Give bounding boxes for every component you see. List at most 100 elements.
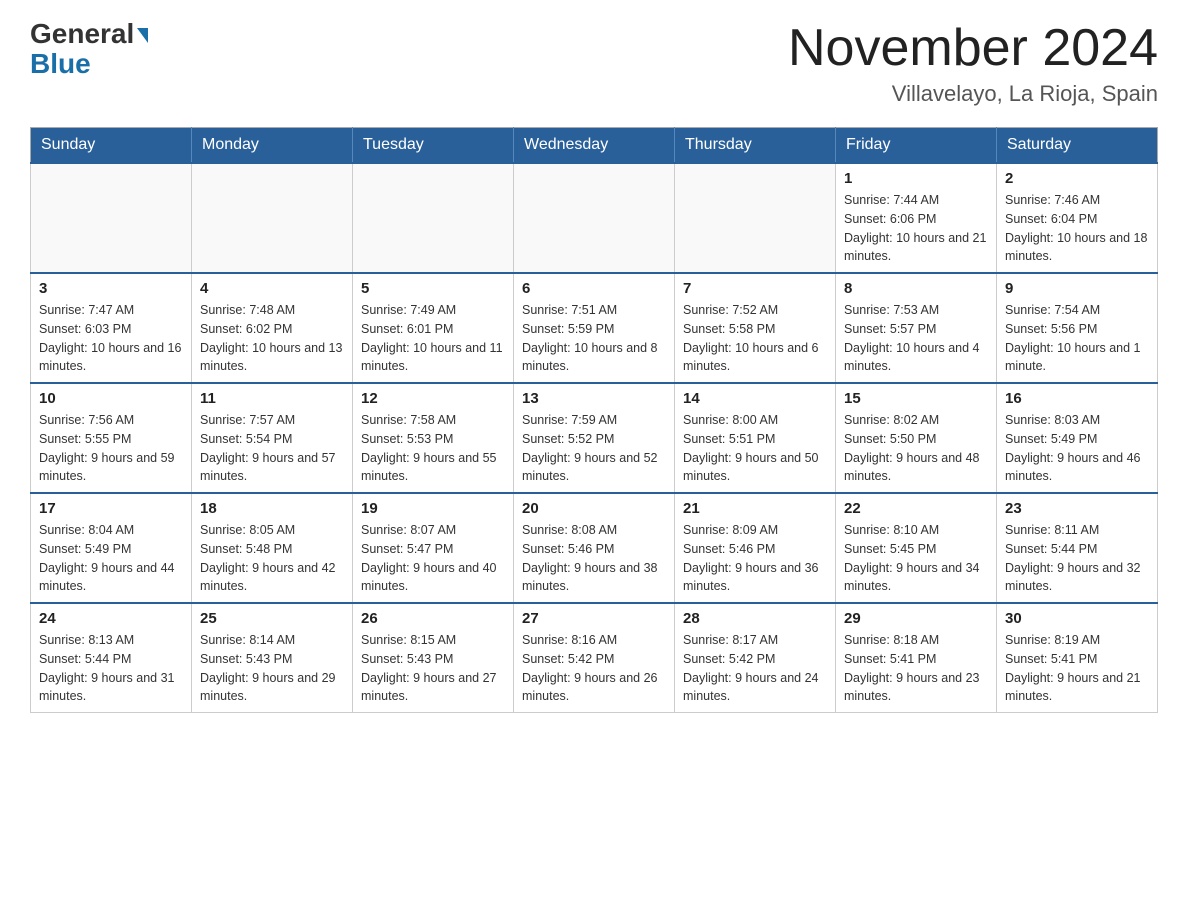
- day-info: Sunrise: 8:15 AMSunset: 5:43 PMDaylight:…: [361, 631, 505, 706]
- calendar-cell: 30 Sunrise: 8:19 AMSunset: 5:41 PMDayligh…: [997, 603, 1158, 713]
- day-number: 5: [361, 280, 505, 297]
- header-day-friday: Friday: [836, 128, 997, 164]
- day-info: Sunrise: 7:49 AMSunset: 6:01 PMDaylight:…: [361, 301, 505, 376]
- day-number: 11: [200, 390, 344, 407]
- calendar-cell: [514, 163, 675, 273]
- calendar-cell: [31, 163, 192, 273]
- day-info: Sunrise: 7:48 AMSunset: 6:02 PMDaylight:…: [200, 301, 344, 376]
- day-number: 2: [1005, 170, 1149, 187]
- day-info: Sunrise: 7:54 AMSunset: 5:56 PMDaylight:…: [1005, 301, 1149, 376]
- logo-blue: Blue: [30, 48, 91, 80]
- day-number: 21: [683, 500, 827, 517]
- calendar-cell: 3 Sunrise: 7:47 AMSunset: 6:03 PMDaylight…: [31, 273, 192, 383]
- day-info: Sunrise: 8:09 AMSunset: 5:46 PMDaylight:…: [683, 521, 827, 596]
- week-row-3: 10 Sunrise: 7:56 AMSunset: 5:55 PMDayligh…: [31, 383, 1158, 493]
- calendar-cell: 24 Sunrise: 8:13 AMSunset: 5:44 PMDayligh…: [31, 603, 192, 713]
- day-info: Sunrise: 8:18 AMSunset: 5:41 PMDaylight:…: [844, 631, 988, 706]
- day-info: Sunrise: 7:52 AMSunset: 5:58 PMDaylight:…: [683, 301, 827, 376]
- calendar-cell: 7 Sunrise: 7:52 AMSunset: 5:58 PMDaylight…: [675, 273, 836, 383]
- calendar-cell: 15 Sunrise: 8:02 AMSunset: 5:50 PMDayligh…: [836, 383, 997, 493]
- calendar-cell: 12 Sunrise: 7:58 AMSunset: 5:53 PMDayligh…: [353, 383, 514, 493]
- calendar-cell: 10 Sunrise: 7:56 AMSunset: 5:55 PMDayligh…: [31, 383, 192, 493]
- calendar-cell: [192, 163, 353, 273]
- day-number: 24: [39, 610, 183, 627]
- header-row: SundayMondayTuesdayWednesdayThursdayFrid…: [31, 128, 1158, 164]
- header-day-monday: Monday: [192, 128, 353, 164]
- logo: General Blue: [30, 20, 148, 80]
- day-info: Sunrise: 7:46 AMSunset: 6:04 PMDaylight:…: [1005, 191, 1149, 266]
- calendar-cell: 4 Sunrise: 7:48 AMSunset: 6:02 PMDaylight…: [192, 273, 353, 383]
- week-row-4: 17Sunrise: 8:04 AMSunset: 5:49 PMDayligh…: [31, 493, 1158, 603]
- calendar-table: SundayMondayTuesdayWednesdayThursdayFrid…: [30, 127, 1158, 713]
- header-day-tuesday: Tuesday: [353, 128, 514, 164]
- day-number: 9: [1005, 280, 1149, 297]
- day-info: Sunrise: 8:07 AMSunset: 5:47 PMDaylight:…: [361, 521, 505, 596]
- day-number: 15: [844, 390, 988, 407]
- location-title: Villavelayo, La Rioja, Spain: [788, 81, 1158, 107]
- day-info: Sunrise: 7:44 AMSunset: 6:06 PMDaylight:…: [844, 191, 988, 266]
- day-number: 8: [844, 280, 988, 297]
- calendar-cell: 11 Sunrise: 7:57 AMSunset: 5:54 PMDayligh…: [192, 383, 353, 493]
- day-info: Sunrise: 7:51 AMSunset: 5:59 PMDaylight:…: [522, 301, 666, 376]
- calendar-cell: 2 Sunrise: 7:46 AMSunset: 6:04 PMDaylight…: [997, 163, 1158, 273]
- day-info: Sunrise: 8:19 AMSunset: 5:41 PMDaylight:…: [1005, 631, 1149, 706]
- day-number: 23: [1005, 500, 1149, 517]
- day-info: Sunrise: 8:11 AMSunset: 5:44 PMDaylight:…: [1005, 521, 1149, 596]
- week-row-1: 1 Sunrise: 7:44 AMSunset: 6:06 PMDaylight…: [31, 163, 1158, 273]
- day-info: Sunrise: 7:58 AMSunset: 5:53 PMDaylight:…: [361, 411, 505, 486]
- calendar-cell: 27Sunrise: 8:16 AMSunset: 5:42 PMDayligh…: [514, 603, 675, 713]
- week-row-5: 24 Sunrise: 8:13 AMSunset: 5:44 PMDayligh…: [31, 603, 1158, 713]
- calendar-cell: 25 Sunrise: 8:14 AMSunset: 5:43 PMDayligh…: [192, 603, 353, 713]
- day-info: Sunrise: 7:59 AMSunset: 5:52 PMDaylight:…: [522, 411, 666, 486]
- day-number: 4: [200, 280, 344, 297]
- day-number: 27: [522, 610, 666, 627]
- day-info: Sunrise: 8:00 AMSunset: 5:51 PMDaylight:…: [683, 411, 827, 486]
- day-info: Sunrise: 7:57 AMSunset: 5:54 PMDaylight:…: [200, 411, 344, 486]
- calendar-cell: [675, 163, 836, 273]
- logo-general: General: [30, 20, 148, 48]
- day-number: 12: [361, 390, 505, 407]
- day-number: 10: [39, 390, 183, 407]
- day-info: Sunrise: 8:02 AMSunset: 5:50 PMDaylight:…: [844, 411, 988, 486]
- day-info: Sunrise: 8:13 AMSunset: 5:44 PMDaylight:…: [39, 631, 183, 706]
- calendar-cell: 9 Sunrise: 7:54 AMSunset: 5:56 PMDaylight…: [997, 273, 1158, 383]
- calendar-cell: 14Sunrise: 8:00 AMSunset: 5:51 PMDayligh…: [675, 383, 836, 493]
- calendar-cell: 1 Sunrise: 7:44 AMSunset: 6:06 PMDaylight…: [836, 163, 997, 273]
- calendar-cell: 18Sunrise: 8:05 AMSunset: 5:48 PMDayligh…: [192, 493, 353, 603]
- day-number: 16: [1005, 390, 1149, 407]
- calendar-cell: 16Sunrise: 8:03 AMSunset: 5:49 PMDayligh…: [997, 383, 1158, 493]
- calendar-cell: 17Sunrise: 8:04 AMSunset: 5:49 PMDayligh…: [31, 493, 192, 603]
- day-number: 28: [683, 610, 827, 627]
- day-info: Sunrise: 8:10 AMSunset: 5:45 PMDaylight:…: [844, 521, 988, 596]
- calendar-cell: 29 Sunrise: 8:18 AMSunset: 5:41 PMDayligh…: [836, 603, 997, 713]
- title-block: November 2024 Villavelayo, La Rioja, Spa…: [788, 20, 1158, 107]
- header-day-sunday: Sunday: [31, 128, 192, 164]
- day-number: 17: [39, 500, 183, 517]
- day-number: 20: [522, 500, 666, 517]
- header-day-saturday: Saturday: [997, 128, 1158, 164]
- calendar-cell: 21 Sunrise: 8:09 AMSunset: 5:46 PMDayligh…: [675, 493, 836, 603]
- calendar-cell: 6 Sunrise: 7:51 AMSunset: 5:59 PMDaylight…: [514, 273, 675, 383]
- day-number: 26: [361, 610, 505, 627]
- day-info: Sunrise: 8:14 AMSunset: 5:43 PMDaylight:…: [200, 631, 344, 706]
- calendar-cell: 13Sunrise: 7:59 AMSunset: 5:52 PMDayligh…: [514, 383, 675, 493]
- day-number: 22: [844, 500, 988, 517]
- day-number: 3: [39, 280, 183, 297]
- day-info: Sunrise: 7:47 AMSunset: 6:03 PMDaylight:…: [39, 301, 183, 376]
- calendar-header: SundayMondayTuesdayWednesdayThursdayFrid…: [31, 128, 1158, 164]
- month-title: November 2024: [788, 20, 1158, 77]
- calendar-cell: 28 Sunrise: 8:17 AMSunset: 5:42 PMDayligh…: [675, 603, 836, 713]
- day-number: 6: [522, 280, 666, 297]
- day-info: Sunrise: 8:17 AMSunset: 5:42 PMDaylight:…: [683, 631, 827, 706]
- day-number: 7: [683, 280, 827, 297]
- week-row-2: 3 Sunrise: 7:47 AMSunset: 6:03 PMDaylight…: [31, 273, 1158, 383]
- day-info: Sunrise: 7:56 AMSunset: 5:55 PMDaylight:…: [39, 411, 183, 486]
- day-number: 29: [844, 610, 988, 627]
- calendar-cell: [353, 163, 514, 273]
- day-number: 30: [1005, 610, 1149, 627]
- calendar-cell: 22 Sunrise: 8:10 AMSunset: 5:45 PMDayligh…: [836, 493, 997, 603]
- day-number: 1: [844, 170, 988, 187]
- calendar-cell: 23 Sunrise: 8:11 AMSunset: 5:44 PMDayligh…: [997, 493, 1158, 603]
- calendar-cell: 26 Sunrise: 8:15 AMSunset: 5:43 PMDayligh…: [353, 603, 514, 713]
- day-number: 25: [200, 610, 344, 627]
